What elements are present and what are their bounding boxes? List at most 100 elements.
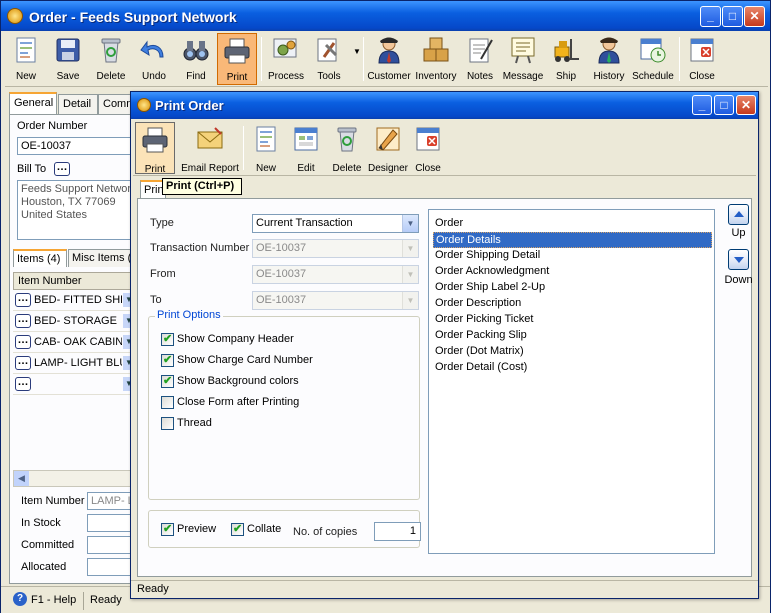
chevron-down-icon[interactable]: ▼ — [353, 47, 361, 56]
list-item[interactable]: Order Acknowledgment — [433, 264, 712, 280]
order-number-field[interactable]: OE-10037 — [17, 137, 135, 155]
checkbox-box[interactable] — [161, 332, 174, 346]
close-window-button[interactable]: ✕ — [744, 6, 765, 27]
toolbar-save-button[interactable]: Save — [49, 33, 87, 85]
from-dropdown[interactable]: OE-10037 ▼ — [252, 265, 419, 284]
email-report-button[interactable]: Email Report — [179, 122, 241, 174]
list-item[interactable]: Order — [433, 216, 712, 232]
printer-icon — [142, 127, 168, 153]
toolbar-history-button[interactable]: History — [587, 33, 631, 85]
toolbar-undo-button[interactable]: Undo — [135, 33, 173, 85]
collate-label: Collate — [247, 523, 282, 535]
row-lookup-button[interactable]: … — [15, 293, 31, 307]
item-number-cell[interactable]: BED- FITTED SHEET — [34, 294, 122, 306]
calendar-clock-icon — [640, 38, 666, 63]
toolbar-new-button[interactable]: New — [7, 33, 45, 85]
item-number-field[interactable]: LAMP- LI — [87, 492, 131, 510]
toolbar-notes-button[interactable]: Notes — [461, 33, 499, 85]
minimize-button[interactable]: _ — [700, 6, 721, 27]
list-item[interactable]: Order Detail (Cost) — [433, 360, 712, 376]
dialog-minimize-button[interactable]: _ — [692, 95, 712, 115]
help-hint: F1 - Help — [31, 594, 77, 606]
checkbox-box[interactable] — [161, 374, 174, 388]
toolbar-delete-button[interactable]: Delete — [91, 33, 131, 85]
grid-header-item-number[interactable]: Item Number — [13, 272, 135, 290]
bill-to-address[interactable]: Feeds Support Network Houston, TX 77069 … — [17, 180, 135, 240]
list-item-selected[interactable]: Order Details — [433, 232, 712, 248]
dialog-new-button[interactable]: New — [247, 122, 285, 174]
list-item[interactable]: Order Ship Label 2-Up — [433, 280, 712, 296]
list-item[interactable]: Order Picking Ticket — [433, 312, 712, 328]
table-row[interactable]: … CAB- OAK CABINET ▼ — [13, 332, 135, 353]
dialog-close-button[interactable]: ✕ — [736, 95, 756, 115]
move-up-button[interactable] — [728, 204, 749, 225]
checkbox-box[interactable] — [161, 396, 174, 409]
arrow-up-icon — [734, 211, 744, 217]
toolbar-schedule-label: Schedule — [632, 71, 674, 82]
move-down-button[interactable] — [728, 249, 749, 270]
table-row[interactable]: … BED- FITTED SHEET ▼ — [13, 290, 135, 311]
toolbar-customer-button[interactable]: Customer — [367, 33, 411, 85]
toolbar-process-button[interactable]: Process — [265, 33, 307, 85]
list-item[interactable]: Order Shipping Detail — [433, 248, 712, 264]
toolbar-separator — [363, 37, 364, 81]
dialog-print-button[interactable]: Print — [135, 122, 175, 175]
transaction-number-value: OE-10037 — [256, 242, 307, 254]
row-lookup-button[interactable]: … — [15, 377, 31, 391]
print-tab-panel: Type Current Transaction ▼ Transaction N… — [137, 198, 753, 577]
row-lookup-button[interactable]: … — [15, 314, 31, 328]
table-row[interactable]: … LAMP- LIGHT BLUE ▼ — [13, 353, 135, 374]
toolbar-close-label: Close — [689, 71, 715, 82]
new-document-icon — [256, 126, 276, 152]
dialog-edit-button[interactable]: Edit — [287, 122, 325, 174]
tab-detail[interactable]: Detail — [58, 94, 98, 114]
dialog-delete-button[interactable]: Delete — [327, 122, 367, 174]
dialog-new-label: New — [255, 163, 276, 174]
scroll-left-icon[interactable]: ◀ — [14, 471, 29, 486]
tab-general[interactable]: General — [9, 92, 57, 114]
toolbar-new-label: New — [15, 71, 36, 82]
transaction-number-dropdown[interactable]: OE-10037 ▼ — [252, 239, 419, 258]
up-label: Up — [731, 227, 746, 239]
toolbar-print-button[interactable]: Print — [217, 33, 257, 85]
chevron-down-icon[interactable]: ▼ — [402, 215, 418, 232]
dialog-close-toolbar-button[interactable]: Close — [409, 122, 447, 174]
gears-icon — [273, 38, 297, 58]
toolbar-inventory-button[interactable]: Inventory — [413, 33, 459, 85]
item-number-cell[interactable]: CAB- OAK CABINET — [34, 336, 122, 348]
toolbar-find-button[interactable]: Find — [177, 33, 215, 85]
to-dropdown[interactable]: OE-10037 ▼ — [252, 291, 419, 310]
tab-items[interactable]: Items (4) — [13, 249, 67, 267]
row-lookup-button[interactable]: … — [15, 335, 31, 349]
checkbox-box[interactable] — [161, 522, 174, 536]
main-toolbar: New Save Delete Undo Find Print Process … — [5, 31, 768, 87]
checkbox-box[interactable] — [231, 522, 244, 536]
dialog-maximize-button[interactable]: □ — [714, 95, 734, 115]
copies-input[interactable]: 1 — [374, 522, 421, 541]
type-dropdown[interactable]: Current Transaction ▼ — [252, 214, 419, 233]
list-item[interactable]: Order (Dot Matrix) — [433, 344, 712, 360]
checkbox-box[interactable] — [161, 353, 174, 367]
toolbar-ship-button[interactable]: Ship — [547, 33, 585, 85]
toolbar-message-button[interactable]: Message — [501, 33, 545, 85]
toolbar-tools-button[interactable]: ▼ Tools — [309, 33, 361, 85]
toolbar-separator — [261, 37, 262, 81]
bill-to-lookup-button[interactable]: … — [54, 162, 70, 176]
designer-button[interactable]: Designer — [367, 122, 409, 174]
toolbar-close-button[interactable]: Close — [683, 33, 721, 85]
list-item[interactable]: Order Packing Slip — [433, 328, 712, 344]
maximize-button[interactable]: □ — [722, 6, 743, 27]
item-number-cell[interactable]: BED- STORAGE — [34, 315, 122, 327]
horizontal-scrollbar[interactable]: ◀ — [13, 470, 135, 487]
table-row[interactable]: … BED- STORAGE ▼ — [13, 311, 135, 332]
tab-misc-items[interactable]: Misc Items ( — [68, 249, 133, 267]
table-row[interactable]: … ▼ — [13, 374, 135, 395]
toolbar-separator — [243, 126, 244, 170]
close-form-after-printing-label: Close Form after Printing — [177, 396, 300, 408]
checkbox-box[interactable] — [161, 417, 174, 430]
list-item[interactable]: Order Description — [433, 296, 712, 312]
toolbar-schedule-button[interactable]: Schedule — [631, 33, 675, 85]
item-number-cell[interactable]: LAMP- LIGHT BLUE — [34, 357, 122, 369]
report-list[interactable]: Order Order Details Order Shipping Detai… — [428, 209, 715, 554]
row-lookup-button[interactable]: … — [15, 356, 31, 370]
